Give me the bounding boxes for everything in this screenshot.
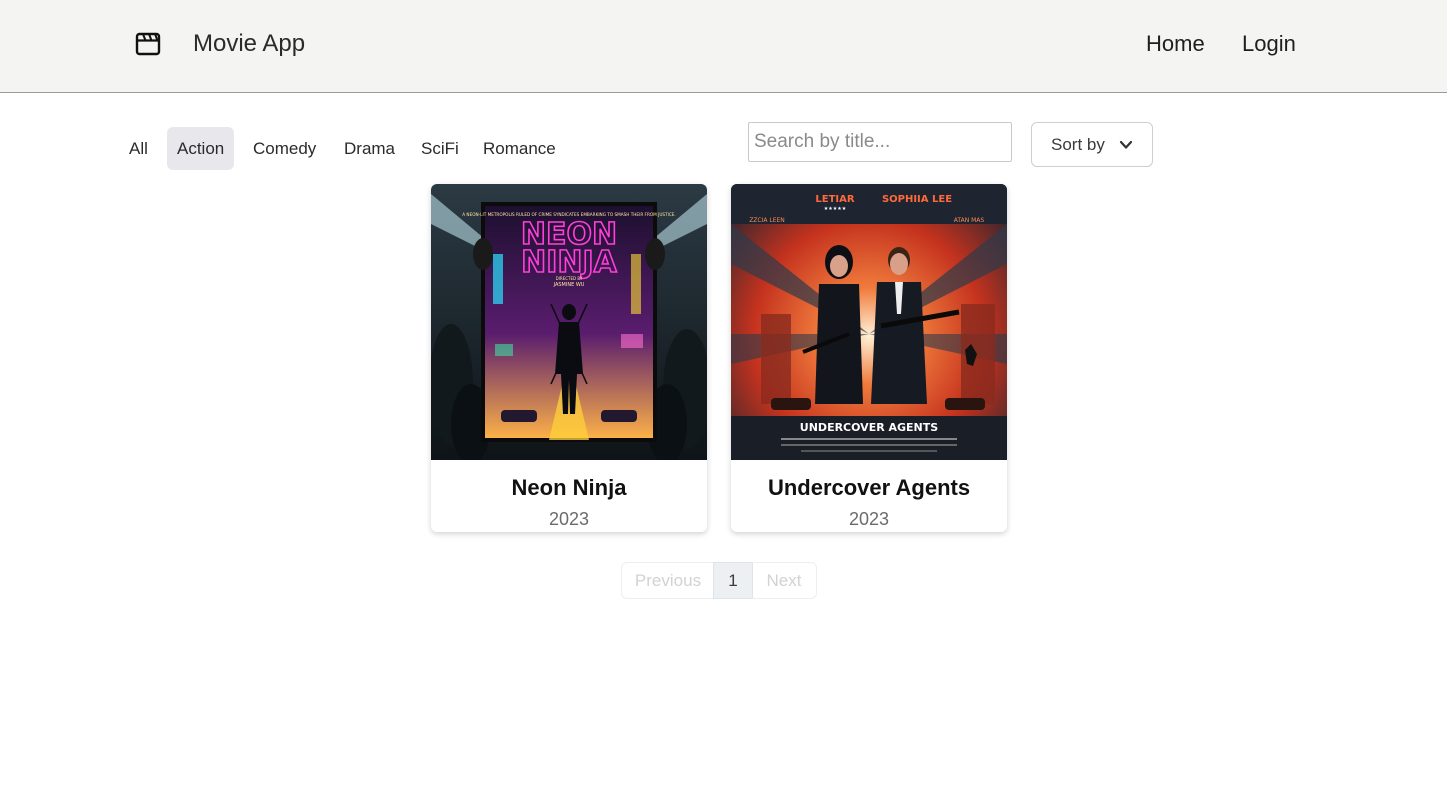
- poster-credit-name: JASMINE WU: [553, 282, 585, 288]
- poster-credit-label: DIRECTED BY: [556, 276, 583, 281]
- search-input[interactable]: [748, 122, 1012, 162]
- nav-login-link[interactable]: Login: [1242, 31, 1296, 57]
- brand-name[interactable]: Movie App: [193, 30, 305, 58]
- poster-title: UNDERCOVER AGENTS: [800, 421, 938, 434]
- movie-poster-undercover-agents: LETIAR SOPHIIA LEE ZZCIA LEEN ATAN MAS ★…: [731, 184, 1007, 460]
- poster-side-name-1: ZZCIA LEEN: [749, 217, 785, 224]
- chevron-down-icon: [1119, 140, 1133, 149]
- pagination-next[interactable]: Next: [752, 562, 817, 599]
- poster-actor-2: SOPHIIA LEE: [882, 194, 952, 205]
- nav-home-link[interactable]: Home: [1146, 31, 1205, 57]
- navbar: Movie App Home Login: [0, 0, 1447, 93]
- pagination-page-1[interactable]: 1: [713, 562, 753, 599]
- movie-card-neon-ninja[interactable]: A NEON-LIT METROPOLIS RULED OF CRIME SYN…: [431, 184, 707, 532]
- sort-dropdown[interactable]: Sort by: [1031, 122, 1153, 167]
- genre-tab-comedy[interactable]: Comedy: [243, 127, 326, 170]
- poster-stars: ★★★★★: [824, 206, 847, 212]
- movie-title: Neon Ninja: [511, 475, 627, 500]
- sort-label: Sort by: [1051, 135, 1105, 154]
- poster-side-name-2: ATAN MAS: [954, 217, 985, 224]
- movie-year: 2023: [548, 509, 590, 529]
- poster-actor-1: LETIAR: [815, 194, 854, 205]
- genre-tab-all[interactable]: All: [119, 127, 158, 170]
- movie-year: 2023: [848, 509, 890, 529]
- movie-title: Undercover Agents: [767, 475, 971, 500]
- clapperboard-icon: [135, 32, 161, 56]
- poster-title-line2: NINJA: [521, 245, 618, 280]
- genre-tab-drama[interactable]: Drama: [334, 127, 405, 170]
- genre-tab-action[interactable]: Action: [167, 127, 234, 170]
- genre-tab-scifi[interactable]: SciFi: [411, 127, 469, 170]
- movie-poster-neon-ninja: A NEON-LIT METROPOLIS RULED OF CRIME SYN…: [431, 184, 707, 460]
- genre-tab-romance[interactable]: Romance: [473, 127, 566, 170]
- movie-card-undercover-agents[interactable]: LETIAR SOPHIIA LEE ZZCIA LEEN ATAN MAS ★…: [731, 184, 1007, 532]
- pagination-previous[interactable]: Previous: [621, 562, 714, 599]
